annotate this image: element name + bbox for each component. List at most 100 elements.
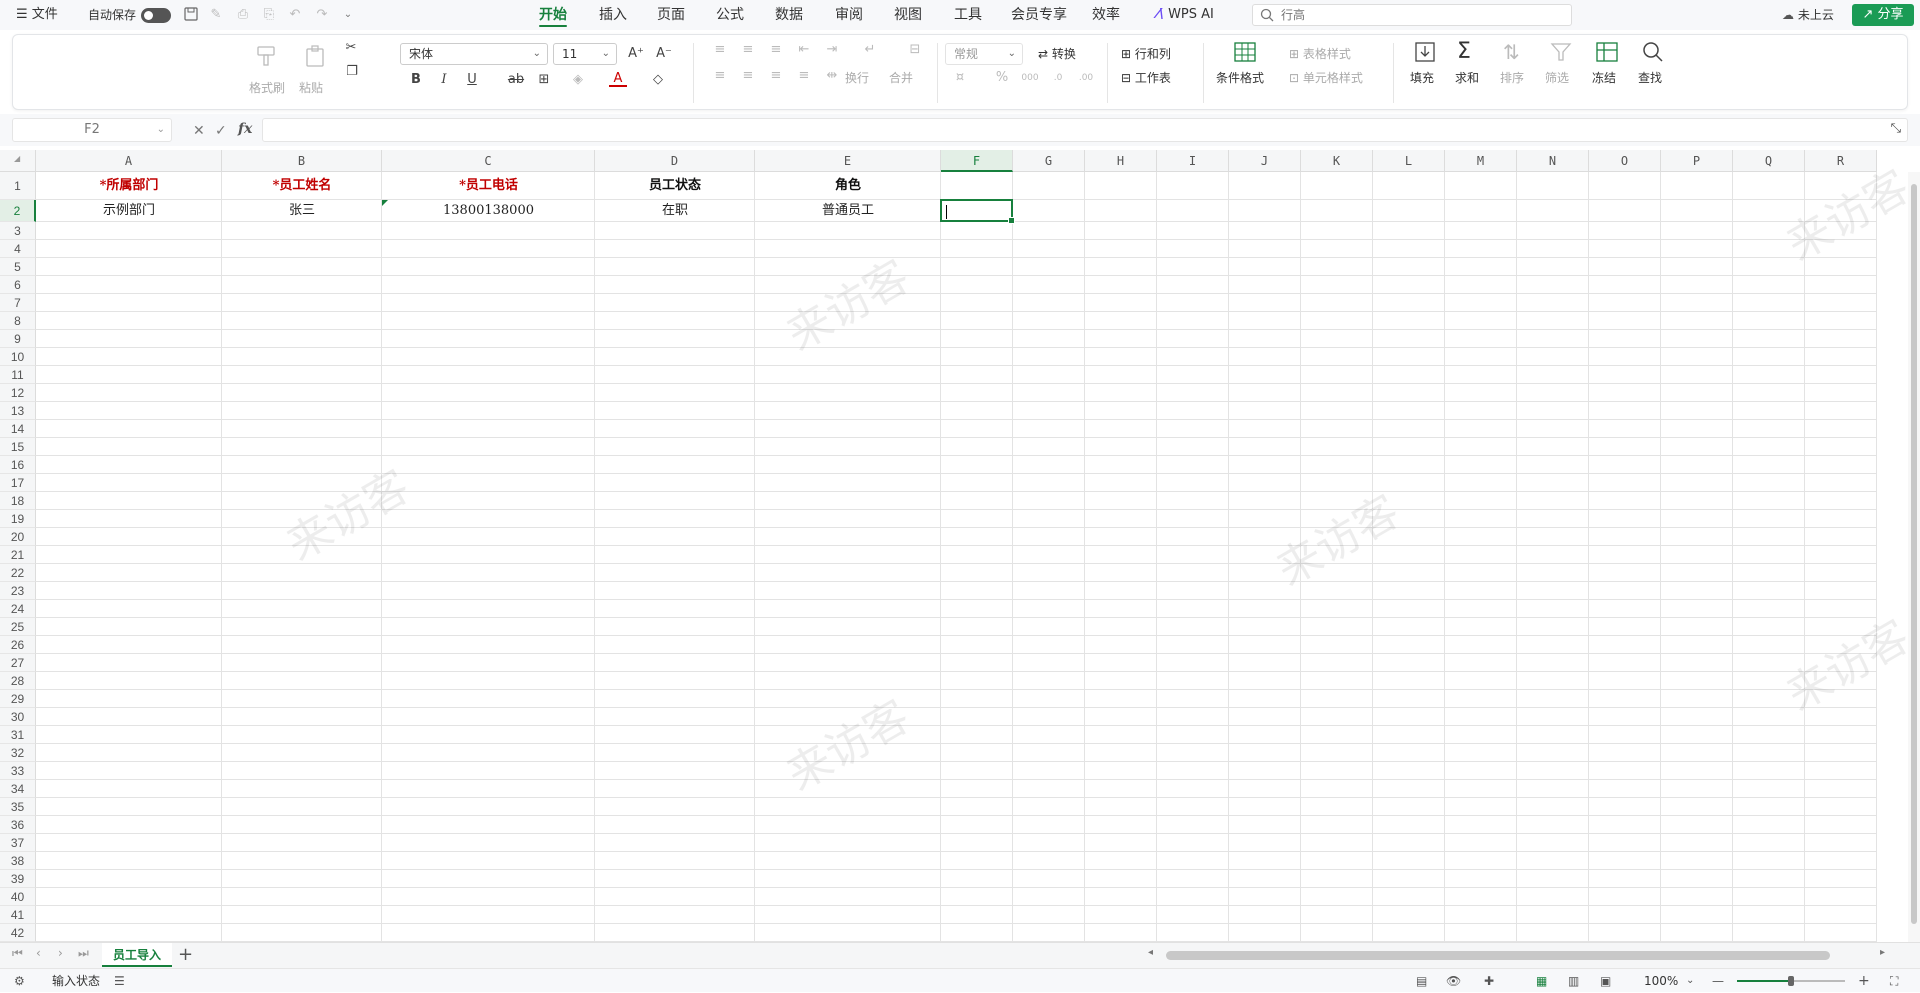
formula-input[interactable]: ⤡ bbox=[262, 118, 1908, 142]
column-header-d[interactable]: D bbox=[595, 150, 755, 172]
format-painter-icon[interactable] bbox=[253, 45, 279, 71]
find-icon[interactable] bbox=[1641, 41, 1667, 67]
row-header-4[interactable]: 4 bbox=[0, 240, 36, 258]
row-header-35[interactable]: 35 bbox=[0, 798, 36, 816]
row-header-37[interactable]: 37 bbox=[0, 834, 36, 852]
header-cell-a[interactable]: *所属部门 bbox=[36, 172, 222, 200]
row-header-38[interactable]: 38 bbox=[0, 852, 36, 870]
macro-icon[interactable]: ⚙ bbox=[14, 969, 25, 993]
tab-formula[interactable]: 公式 bbox=[716, 0, 744, 30]
row-header-34[interactable]: 34 bbox=[0, 780, 36, 798]
row-header-8[interactable]: 8 bbox=[0, 312, 36, 330]
row-header-30[interactable]: 30 bbox=[0, 708, 36, 726]
row-header-3[interactable]: 3 bbox=[0, 222, 36, 240]
fx-icon[interactable]: fx bbox=[238, 121, 252, 137]
first-sheet-icon[interactable]: ⏮ bbox=[12, 946, 23, 961]
page-break-view-icon[interactable]: ▥ bbox=[1568, 969, 1579, 993]
row-header-42[interactable]: 42 bbox=[0, 924, 36, 942]
row-header-2[interactable]: 2 bbox=[0, 200, 36, 222]
row-col-button[interactable]: ⊞ 行和列 bbox=[1121, 45, 1171, 62]
font-color-icon[interactable]: A bbox=[609, 71, 627, 87]
data-cell-e2[interactable]: 普通员工 bbox=[755, 200, 941, 222]
column-header-k[interactable]: K bbox=[1301, 150, 1373, 172]
print-icon[interactable]: ⎙ bbox=[235, 7, 251, 23]
convert-button[interactable]: ⇄ 转换 bbox=[1038, 45, 1076, 62]
filter-icon[interactable] bbox=[1549, 41, 1575, 67]
data-cell-c2[interactable]: 13800138000 bbox=[382, 200, 595, 222]
row-header-20[interactable]: 20 bbox=[0, 528, 36, 546]
tab-page[interactable]: 页面 bbox=[657, 0, 685, 30]
header-cell-e[interactable]: 角色 bbox=[755, 172, 941, 200]
align-center-icon[interactable]: ≡ bbox=[739, 67, 757, 85]
underline-icon[interactable]: U bbox=[463, 71, 481, 89]
column-header-b[interactable]: B bbox=[222, 150, 382, 172]
row-header-11[interactable]: 11 bbox=[0, 366, 36, 384]
save-icon[interactable] bbox=[183, 7, 199, 23]
align-bottom-icon[interactable]: ≡ bbox=[767, 41, 785, 59]
row-header-29[interactable]: 29 bbox=[0, 690, 36, 708]
chevron-down-icon[interactable]: ⌄ bbox=[1686, 969, 1694, 993]
column-header-c[interactable]: C bbox=[382, 150, 595, 172]
column-header-n[interactable]: N bbox=[1517, 150, 1589, 172]
fullscreen-icon[interactable]: ⛶ bbox=[1890, 969, 1898, 993]
format-painter-quick-icon[interactable]: ✎ bbox=[208, 7, 224, 23]
column-header-i[interactable]: I bbox=[1157, 150, 1229, 172]
autosave-toggle[interactable] bbox=[141, 8, 171, 23]
row-header-33[interactable]: 33 bbox=[0, 762, 36, 780]
zoom-slider[interactable] bbox=[1737, 976, 1845, 986]
row-header-18[interactable]: 18 bbox=[0, 492, 36, 510]
vertical-scroll-thumb[interactable] bbox=[1911, 184, 1917, 924]
freeze-icon[interactable] bbox=[1595, 41, 1621, 67]
search-box[interactable] bbox=[1252, 4, 1572, 26]
justify-icon[interactable]: ≡ bbox=[795, 67, 813, 85]
row-header-9[interactable]: 9 bbox=[0, 330, 36, 348]
row-header-1[interactable]: 1 bbox=[0, 172, 36, 200]
distribute-icon[interactable]: ⇹ bbox=[823, 67, 841, 85]
share-button[interactable]: ↗ 分享 bbox=[1852, 4, 1914, 26]
row-header-5[interactable]: 5 bbox=[0, 258, 36, 276]
sort-icon[interactable]: ⇅ bbox=[1503, 41, 1529, 67]
search-input[interactable] bbox=[1281, 7, 1561, 23]
conditional-format-label[interactable]: 条件格式 bbox=[1216, 69, 1264, 86]
row-header-12[interactable]: 12 bbox=[0, 384, 36, 402]
format-painter-label[interactable]: 格式刷 bbox=[249, 79, 285, 96]
row-header-39[interactable]: 39 bbox=[0, 870, 36, 888]
data-cell-a2[interactable]: 示例部门 bbox=[36, 200, 222, 222]
data-cell-d2[interactable]: 在职 bbox=[595, 200, 755, 222]
row-header-23[interactable]: 23 bbox=[0, 582, 36, 600]
scroll-right-icon[interactable]: ▸ bbox=[1880, 947, 1885, 958]
page-layout-view-icon[interactable]: ▣ bbox=[1600, 969, 1611, 993]
fill-icon[interactable] bbox=[1413, 41, 1439, 67]
cut-icon[interactable]: ✂ bbox=[342, 39, 360, 57]
row-header-10[interactable]: 10 bbox=[0, 348, 36, 366]
increase-decimal-icon[interactable]: .0 bbox=[1049, 69, 1067, 87]
sum-label[interactable]: 求和 bbox=[1455, 69, 1479, 86]
print-preview-icon[interactable]: ⎘ bbox=[261, 7, 277, 23]
data-cell-b2[interactable]: 张三 bbox=[222, 200, 382, 222]
header-cell-b[interactable]: *员工姓名 bbox=[222, 172, 382, 200]
quick-access-more-icon[interactable]: ⌄ bbox=[340, 7, 356, 23]
conditional-format-icon[interactable] bbox=[1233, 41, 1259, 67]
wrap-icon[interactable]: ↵ bbox=[861, 41, 879, 59]
name-box[interactable]: F2 ⌄ bbox=[12, 118, 172, 142]
column-header-p[interactable]: P bbox=[1661, 150, 1733, 172]
decrease-font-icon[interactable]: A⁻ bbox=[655, 45, 673, 63]
column-header-q[interactable]: Q bbox=[1733, 150, 1805, 172]
sum-icon[interactable]: Σ bbox=[1457, 41, 1483, 67]
tab-view[interactable]: 视图 bbox=[894, 0, 922, 30]
horizontal-scroll-thumb[interactable] bbox=[1166, 951, 1830, 960]
row-header-14[interactable]: 14 bbox=[0, 420, 36, 438]
sort-label[interactable]: 排序 bbox=[1500, 69, 1524, 86]
tab-member[interactable]: 会员专享 bbox=[1011, 0, 1067, 30]
tab-data[interactable]: 数据 bbox=[775, 0, 803, 30]
eye-protection-icon[interactable]: 👁 bbox=[1446, 969, 1461, 993]
indent-increase-icon[interactable]: ⇥ bbox=[823, 41, 841, 59]
reading-mode-icon[interactable]: ✚ bbox=[1484, 969, 1494, 993]
column-header-a[interactable]: A bbox=[36, 150, 222, 172]
column-header-l[interactable]: L bbox=[1373, 150, 1445, 172]
align-top-icon[interactable]: ≡ bbox=[711, 41, 729, 59]
column-header-h[interactable]: H bbox=[1085, 150, 1157, 172]
row-header-25[interactable]: 25 bbox=[0, 618, 36, 636]
freeze-label[interactable]: 冻结 bbox=[1592, 69, 1616, 86]
wrap-label[interactable]: 换行 bbox=[845, 69, 869, 86]
